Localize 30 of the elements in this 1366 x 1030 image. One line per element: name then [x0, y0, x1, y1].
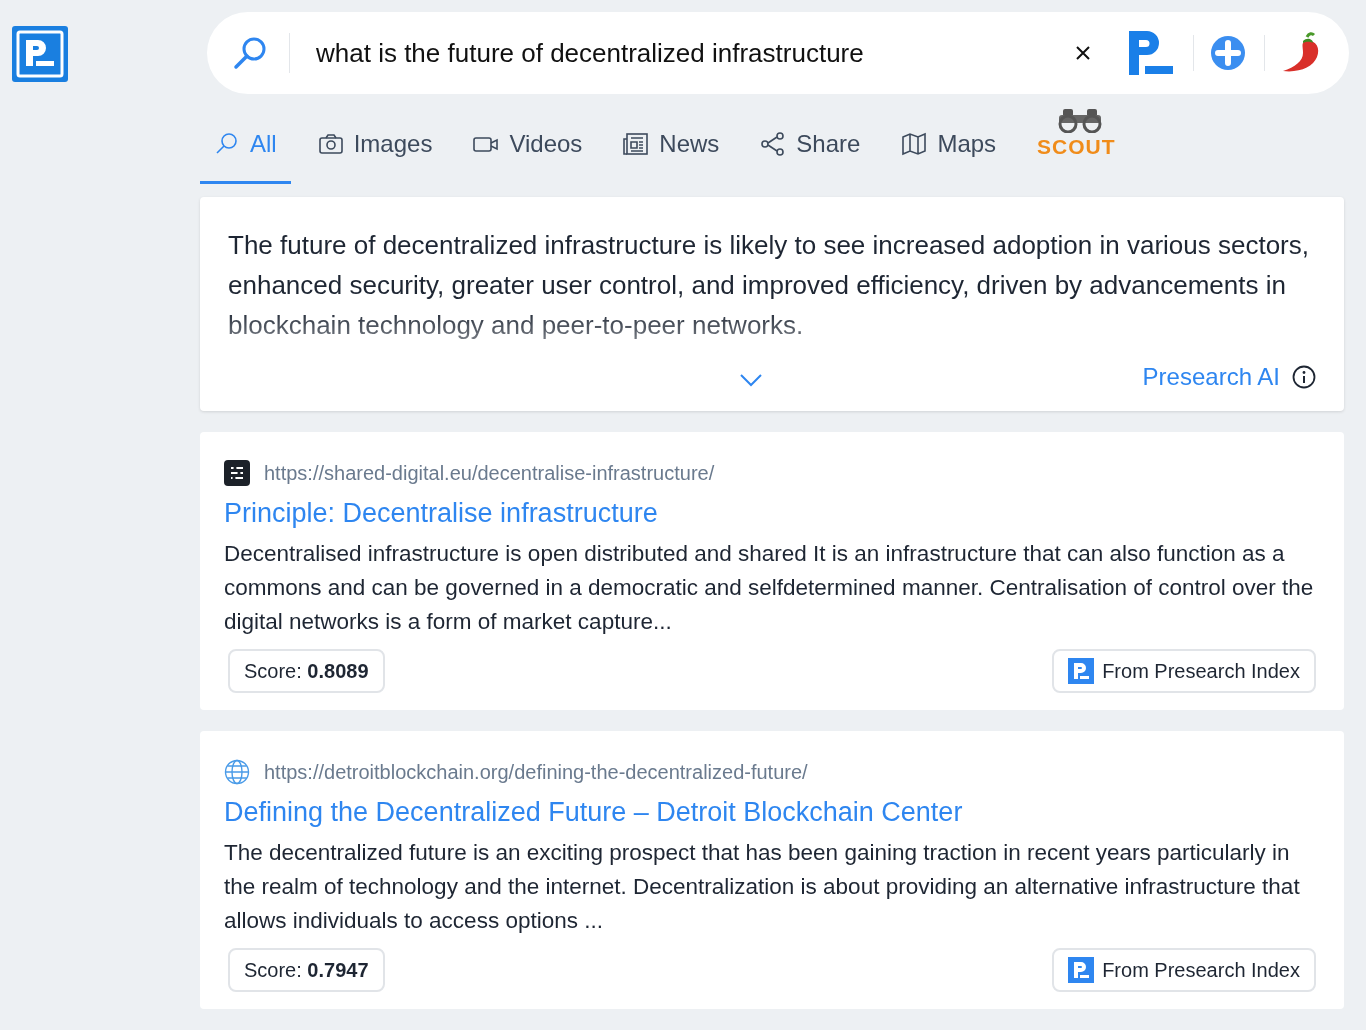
map-icon: [901, 130, 928, 157]
result-title-link[interactable]: Defining the Decentralized Future – Detroit Blockchain Center: [224, 794, 963, 830]
globe-icon: [224, 759, 250, 785]
result-url[interactable]: https://detroitblockchain.org/defining-the-decentralized-future/: [264, 760, 808, 784]
result-title-link[interactable]: Principle: Decentralise infrastructure: [224, 495, 658, 531]
result-url[interactable]: https://shared-digital.eu/decentralise-infrastructure/: [264, 461, 715, 485]
close-icon[interactable]: [1075, 45, 1091, 61]
ai-answer-text: The future of decentralized infrastructure is likely to see increased adoption in various sectors, enhanced security, greater user control, and improved efficiency, driven by advancements in blockchain technology and peer-to-peer networks.: [228, 229, 1310, 342]
tab[interactable]: Share: [746, 106, 875, 184]
source-label: Presearch AI: [1142, 363, 1280, 391]
logo-icon[interactable]: [12, 26, 68, 82]
score-badge: Score: 0.8089: [228, 649, 385, 693]
tab[interactable]: News: [609, 106, 734, 184]
site-icon: [224, 460, 250, 486]
tab[interactable]: Videos: [459, 106, 597, 184]
logo-icon[interactable]: [1129, 31, 1173, 75]
tab[interactable]: Images: [303, 106, 447, 184]
result-snippet: Decentralised infrastructure is open distributed and shared It is an infrastructure that can also function as a commons and can be governed in a democratic and selfdetermined manner. Centralisation of control over the digital networks is a form of market capture...: [224, 540, 1315, 636]
index-source-label: From Presearch Index: [1102, 659, 1300, 683]
result-snippet: The decentralized future is an exciting prospect that has been gaining traction in recent years particularly in the realm of technology and the internet. Decentralization is about providing an alternative infrastructure that allows individuals to access options ...: [224, 839, 1301, 935]
index-source-label: From Presearch Index: [1102, 958, 1300, 982]
info-icon[interactable]: [1292, 365, 1316, 389]
share-icon: [760, 130, 787, 157]
newspaper-icon: [623, 130, 650, 157]
add-icon[interactable]: [1210, 35, 1246, 71]
score-badge: Score: 0.7947: [228, 948, 385, 992]
chevron-down-icon[interactable]: [739, 373, 763, 387]
tab[interactable]: Maps: [887, 106, 1011, 184]
logo-icon: [1068, 658, 1095, 684]
logo-icon: [1068, 957, 1095, 983]
